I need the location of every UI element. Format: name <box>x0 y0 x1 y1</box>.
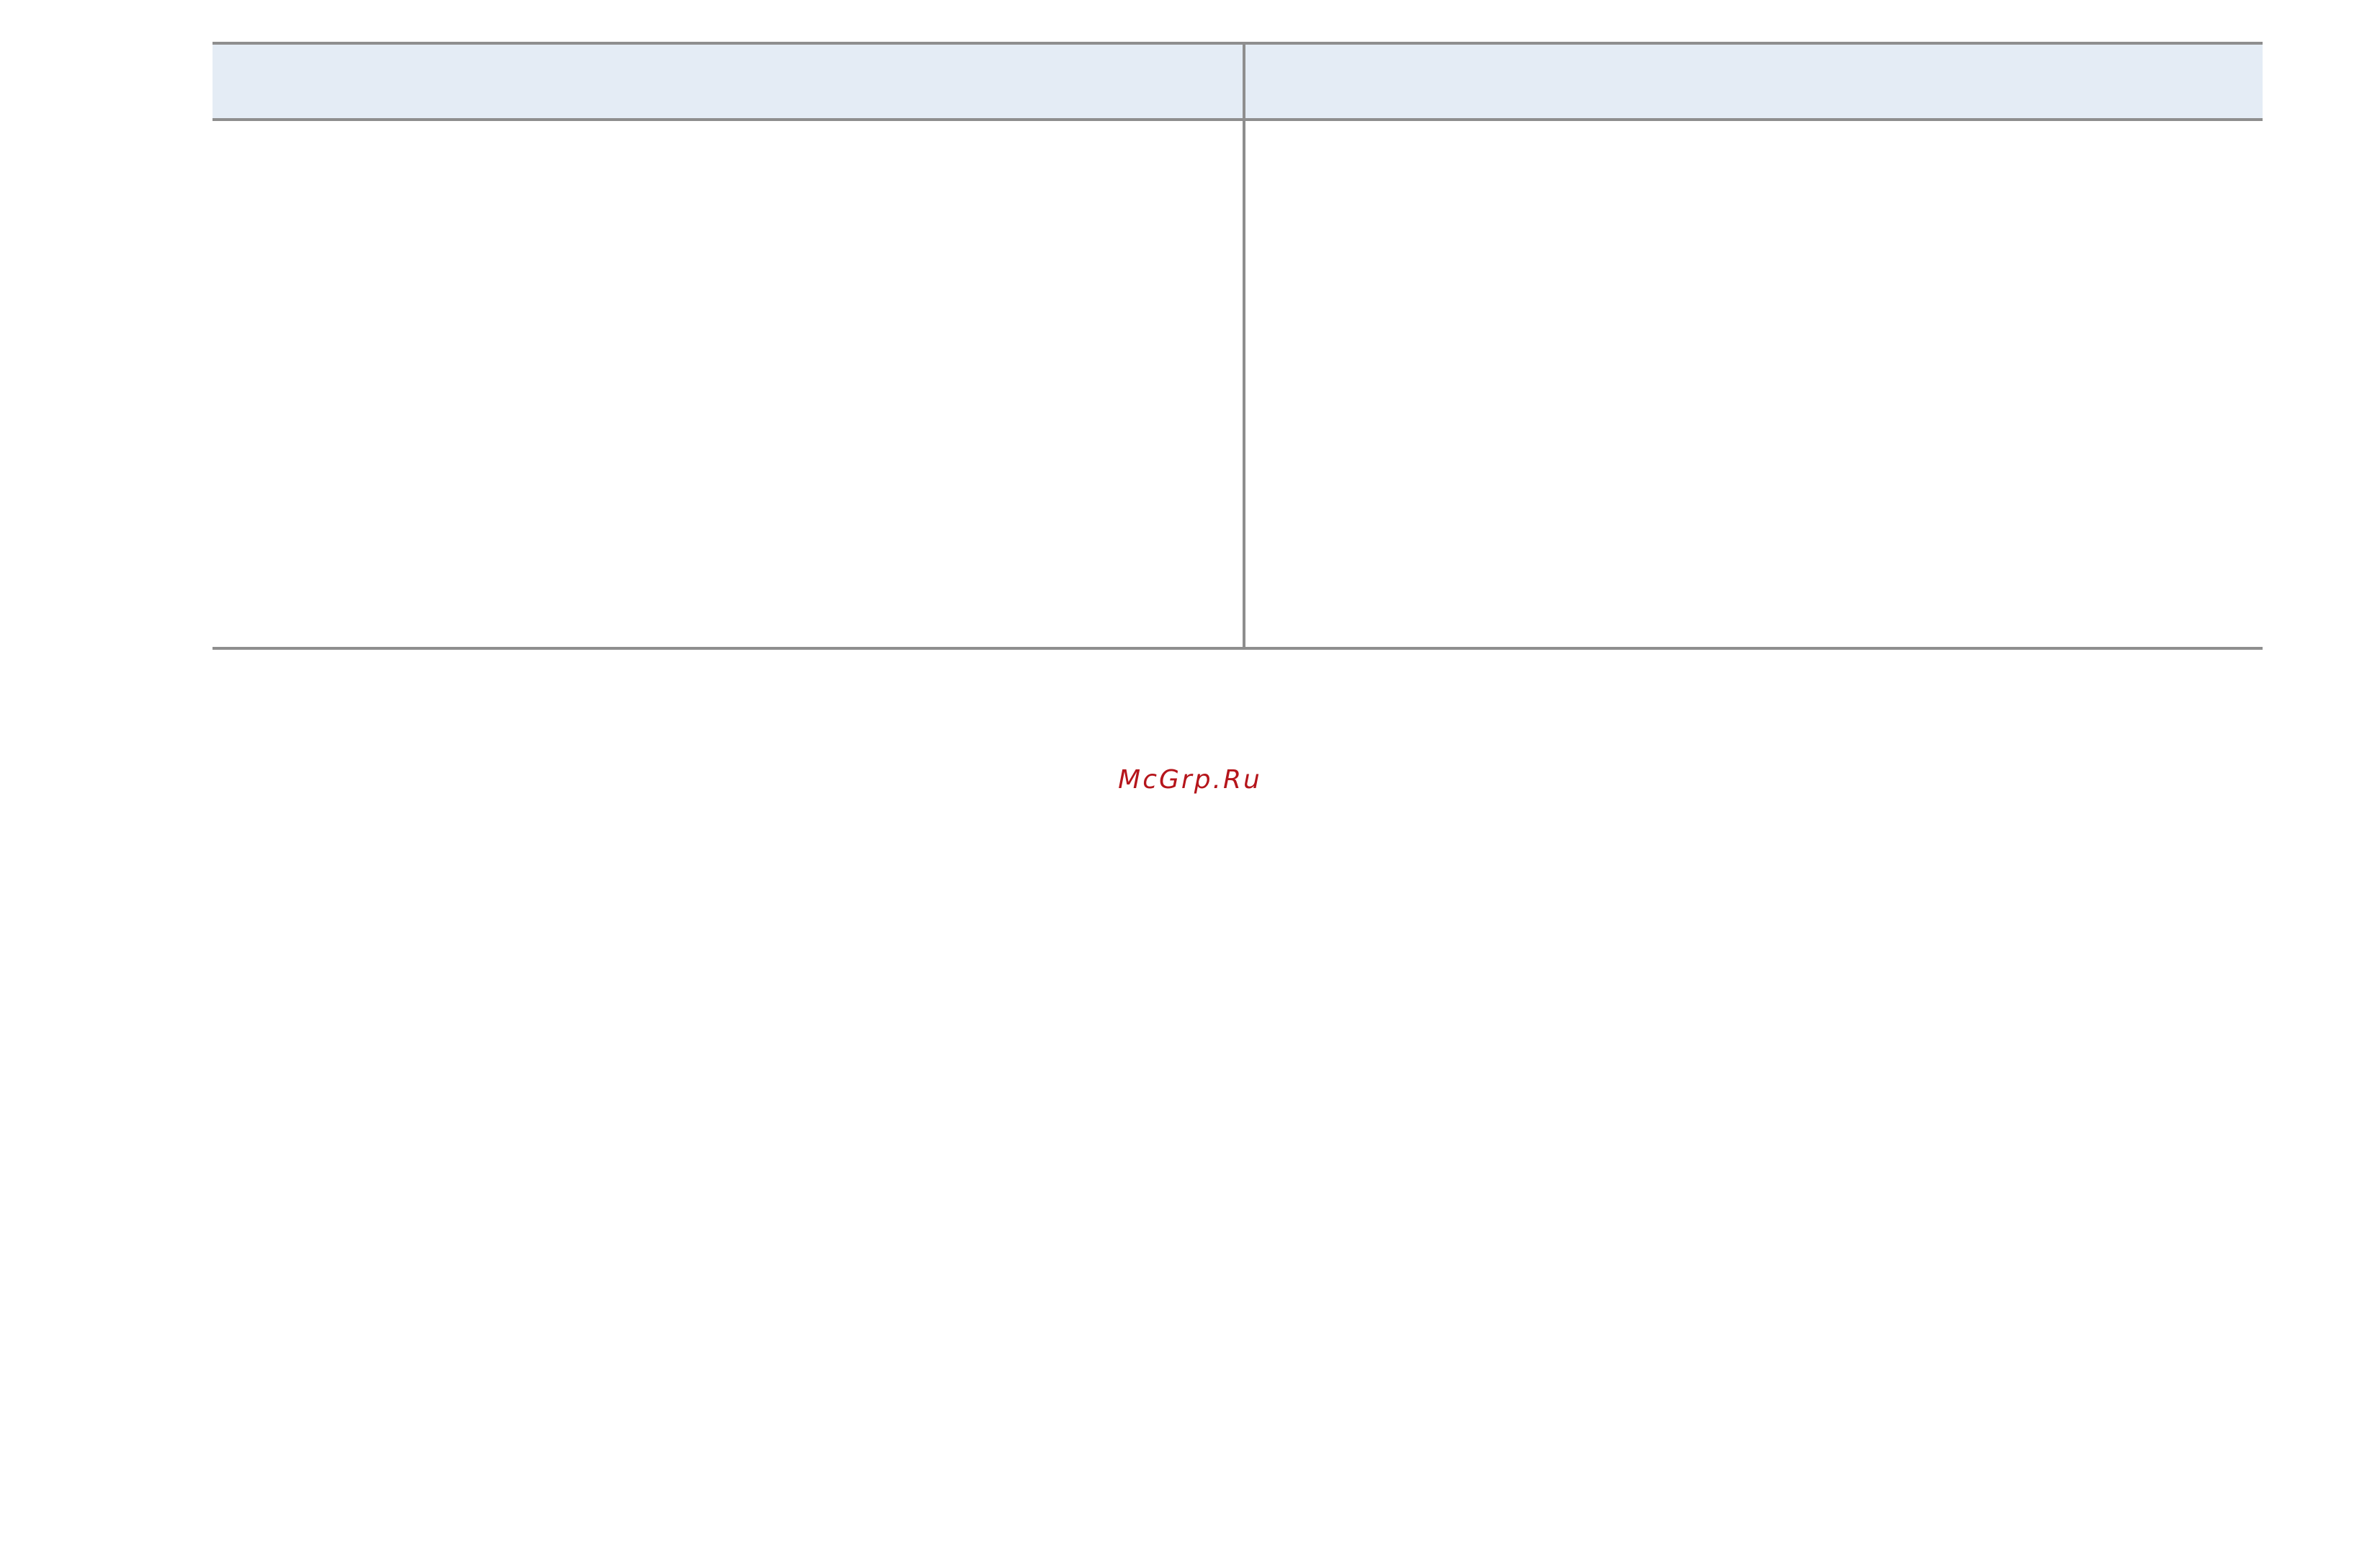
table-body-cell-2 <box>1244 120 2263 650</box>
table-header-row <box>212 42 2263 121</box>
table-row <box>212 120 2263 650</box>
table-body-cell-1 <box>212 120 1245 650</box>
table-header-cell-2 <box>1244 42 2263 121</box>
table-header-cell-1 <box>212 42 1245 121</box>
watermark-text: McGrp.Ru <box>1118 765 1262 795</box>
document-table <box>212 42 2263 650</box>
